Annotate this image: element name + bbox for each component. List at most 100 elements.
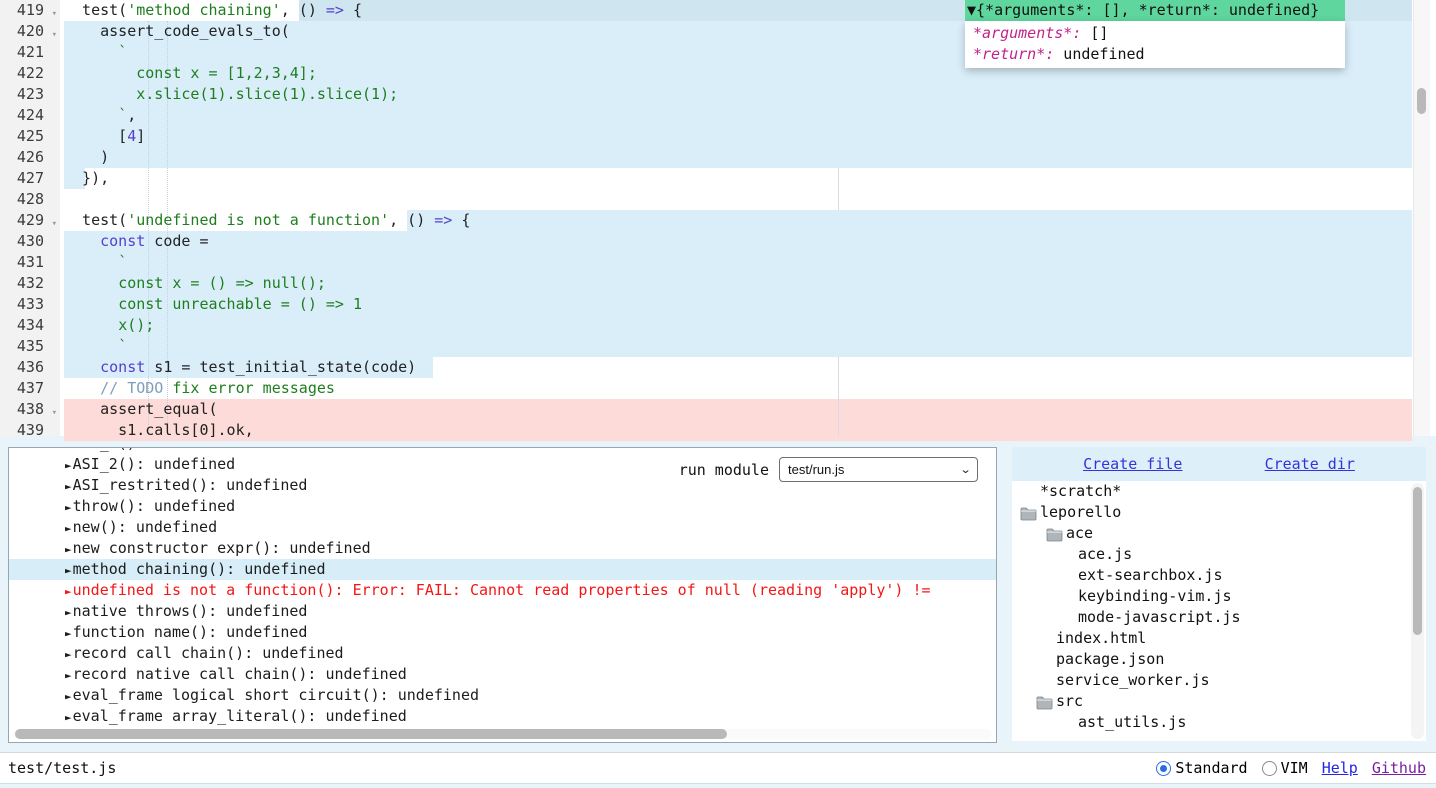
expand-triangle-icon[interactable]: ►	[65, 606, 72, 619]
folder-name[interactable]: src	[1056, 691, 1083, 712]
call-tree-entry[interactable]: ►native throws(): undefined	[9, 601, 996, 622]
code-line[interactable]: `,	[60, 105, 1412, 126]
code-line[interactable]: x();	[60, 315, 1412, 336]
gutter-line[interactable]: 433	[0, 294, 60, 315]
code-line[interactable]: s1.calls[0].ok,	[60, 420, 1412, 441]
gutter-line[interactable]: 424	[0, 105, 60, 126]
keybinding-standard-radio[interactable]: Standard	[1156, 759, 1247, 777]
file-tree[interactable]: *scratch*leporelloaceace.jsext-searchbox…	[1012, 481, 1426, 741]
create-dir-link[interactable]: Create dir	[1265, 455, 1355, 473]
file-name[interactable]: index.html	[1056, 628, 1146, 649]
call-tree-entry[interactable]: ►new constructor expr(): undefined	[9, 538, 996, 559]
call-tree-entry[interactable]: ►method chaining(): undefined	[9, 559, 996, 580]
keybinding-vim-label[interactable]: VIM	[1281, 759, 1308, 777]
tree-file[interactable]: ace.js	[1012, 544, 1426, 565]
gutter-line[interactable]: 423	[0, 84, 60, 105]
gutter-line[interactable]: 434	[0, 315, 60, 336]
expand-triangle-icon[interactable]: ►	[65, 690, 72, 703]
file-tree-scrollbar-thumb[interactable]	[1413, 487, 1422, 635]
expand-triangle-icon[interactable]: ►	[65, 480, 72, 493]
call-tree-entry[interactable]: ►record native call chain(): undefined	[9, 664, 996, 685]
code-line[interactable]	[60, 189, 1412, 210]
gutter-line[interactable]: 429▾	[0, 210, 60, 231]
code-line[interactable]: test('undefined is not a function', () =…	[60, 210, 1412, 231]
eval-result-row[interactable]: *arguments*: []	[973, 23, 1339, 44]
tree-file[interactable]: package.json	[1012, 649, 1426, 670]
gutter-line[interactable]: 438▾	[0, 399, 60, 420]
code-line[interactable]: `	[60, 336, 1412, 357]
tree-file[interactable]: ext-searchbox.js	[1012, 565, 1426, 586]
file-name[interactable]: ace.js	[1078, 544, 1132, 565]
gutter-line[interactable]: 430	[0, 231, 60, 252]
code-line[interactable]: }),	[60, 168, 1412, 189]
expand-triangle-icon[interactable]: ►	[65, 711, 72, 724]
code-line[interactable]: const unreachable = () => 1	[60, 294, 1412, 315]
gutter-line[interactable]: 422	[0, 63, 60, 84]
code-line[interactable]: const x = () => null();	[60, 273, 1412, 294]
tree-folder[interactable]: leporello	[1012, 502, 1426, 523]
tree-file[interactable]: *scratch*	[1012, 481, 1426, 502]
run-module-select[interactable]: test/run.js ⌄	[779, 457, 978, 482]
file-name[interactable]: *scratch*	[1040, 481, 1121, 502]
gutter-line[interactable]: 420▾	[0, 21, 60, 42]
expand-triangle-icon[interactable]: ►	[65, 564, 72, 577]
eval-result-row[interactable]: *return*: undefined	[973, 44, 1339, 65]
call-tree-entry[interactable]: ►new(): undefined	[9, 517, 996, 538]
call-tree-entry[interactable]: ►function name(): undefined	[9, 622, 996, 643]
create-file-link[interactable]: Create file	[1083, 455, 1182, 473]
editor-scrollbar-thumb[interactable]	[1417, 88, 1426, 114]
expand-triangle-icon[interactable]: ►	[65, 459, 72, 472]
keybinding-standard-label[interactable]: Standard	[1175, 759, 1247, 777]
gutter-line[interactable]: 437	[0, 378, 60, 399]
expand-triangle-icon[interactable]: ►	[65, 522, 72, 535]
tree-file[interactable]: service_worker.js	[1012, 670, 1426, 691]
file-tree-scrollbar[interactable]	[1411, 483, 1424, 739]
console-horizontal-scrollbar-thumb[interactable]	[15, 729, 727, 739]
file-name[interactable]: mode-javascript.js	[1078, 607, 1241, 628]
expand-triangle-icon[interactable]: ►	[65, 447, 72, 451]
file-name[interactable]: package.json	[1056, 649, 1164, 670]
tree-file[interactable]: keybinding-vim.js	[1012, 586, 1426, 607]
editor-scrollbar[interactable]	[1413, 0, 1430, 436]
gutter-line[interactable]: 432	[0, 273, 60, 294]
expand-triangle-icon[interactable]: ►	[65, 543, 72, 556]
code-line[interactable]: // TODO fix error messages	[60, 378, 1412, 399]
tree-folder[interactable]: src	[1012, 691, 1426, 712]
code-line[interactable]: [4]	[60, 126, 1412, 147]
gutter-line[interactable]: 425	[0, 126, 60, 147]
github-link[interactable]: Github	[1372, 759, 1426, 777]
expand-triangle-icon[interactable]: ►	[65, 648, 72, 661]
call-tree-entry[interactable]: ►eval_frame logical short circuit(): und…	[9, 685, 996, 706]
expand-triangle-icon[interactable]: ►	[65, 627, 72, 640]
code-editor[interactable]: test('method chaining', () => { assert_c…	[0, 0, 1436, 436]
gutter-line[interactable]: 419▾	[0, 0, 60, 21]
keybinding-vim-radio[interactable]: VIM	[1262, 759, 1308, 777]
eval-result-tooltip[interactable]: ▼{*arguments*: [], *return*: undefined} …	[965, 0, 1345, 68]
code-line[interactable]: assert_equal(	[60, 399, 1412, 420]
expand-triangle-icon[interactable]: ►	[65, 669, 72, 682]
code-line[interactable]: const s1 = test_initial_state(code)	[60, 357, 1412, 378]
call-tree-entry[interactable]: ►eval_frame array_literal(): undefined	[9, 706, 996, 727]
tree-file[interactable]: index.html	[1012, 628, 1426, 649]
gutter-line[interactable]: 439	[0, 420, 60, 441]
console-horizontal-scrollbar[interactable]	[13, 729, 992, 739]
call-tree-entry[interactable]: ►undefined is not a function(): Error: F…	[9, 580, 996, 601]
help-link[interactable]: Help	[1322, 759, 1358, 777]
file-name[interactable]: ast_utils.js	[1078, 712, 1186, 733]
file-name[interactable]: ext-searchbox.js	[1078, 565, 1223, 586]
code-line[interactable]: )	[60, 147, 1412, 168]
gutter-line[interactable]: 428	[0, 189, 60, 210]
radio-selected-icon[interactable]	[1156, 761, 1171, 776]
call-tree-entry[interactable]: ►throw(): undefined	[9, 496, 996, 517]
tree-folder[interactable]: ace	[1012, 523, 1426, 544]
gutter-line[interactable]: 427	[0, 168, 60, 189]
tree-file[interactable]: mode-javascript.js	[1012, 607, 1426, 628]
gutter-line[interactable]: 435	[0, 336, 60, 357]
eval-result-summary[interactable]: ▼{*arguments*: [], *return*: undefined}	[965, 0, 1345, 21]
code-line[interactable]: `	[60, 252, 1412, 273]
code-line[interactable]: x.slice(1).slice(1).slice(1);	[60, 84, 1412, 105]
file-tree-panel[interactable]: Create file Create dir *scratch*leporell…	[1012, 447, 1426, 741]
gutter-line[interactable]: 431	[0, 252, 60, 273]
file-name[interactable]: keybinding-vim.js	[1078, 586, 1232, 607]
call-tree-entry[interactable]: ►ASI_1(): undefined	[9, 447, 996, 454]
